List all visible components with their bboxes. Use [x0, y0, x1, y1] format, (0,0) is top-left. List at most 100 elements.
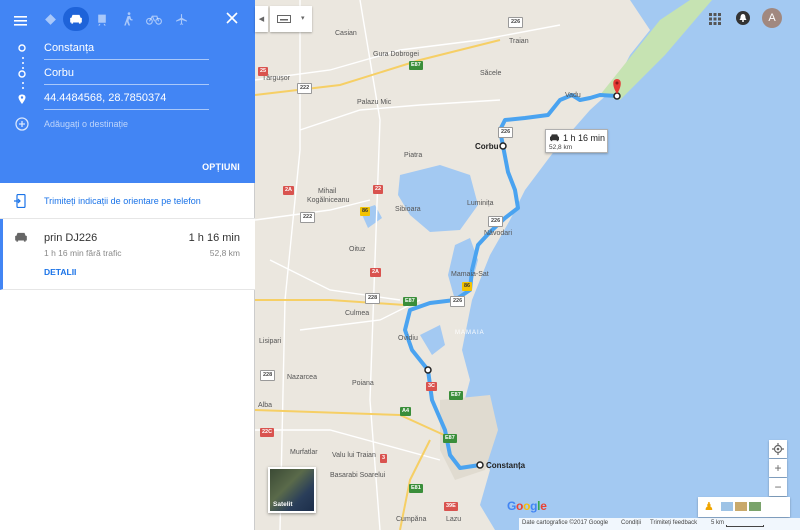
shield-e87-c: E87	[449, 391, 463, 400]
shield-3c: 3C	[426, 382, 438, 391]
walking-icon	[123, 12, 133, 26]
origin-input[interactable]: Constanța	[44, 38, 209, 60]
connector-dot	[22, 67, 24, 69]
label-lazu: Lazu	[446, 516, 462, 523]
shield-222b: 222	[300, 212, 316, 223]
pegman-icon[interactable]: ♟	[704, 500, 714, 513]
waypoint-input[interactable]: Corbu	[44, 63, 209, 85]
car-icon	[550, 134, 559, 142]
label-mihail: Mihail	[318, 188, 337, 195]
zoom-out-button[interactable]: −	[769, 478, 787, 496]
label-soarelui: Basarabi Soarelui	[330, 472, 386, 479]
map-data-credit: Date cartografice ©2017 Google	[522, 520, 609, 526]
label-luminita: Luminița	[467, 200, 494, 207]
label-nazarcea: Nazarcea	[287, 374, 317, 381]
my-location-button[interactable]	[769, 440, 787, 458]
details-link[interactable]: DETALII	[44, 267, 76, 277]
origin-marker[interactable]	[476, 461, 484, 469]
shield-228b: 228	[260, 370, 276, 381]
shield-39e: 39E	[444, 502, 458, 511]
notifications-bell-icon[interactable]	[736, 11, 750, 25]
label-mamaia-sat: Mamaia-Sat	[451, 271, 489, 278]
route-via: prin DJ226	[44, 232, 98, 244]
send-to-phone-label: Trimiteți indicații de orientare pe tele…	[44, 196, 201, 206]
car-icon	[70, 14, 82, 24]
avatar[interactable]: A	[762, 8, 782, 28]
label-piatra: Piatra	[404, 152, 423, 159]
apps-grid-icon[interactable]	[709, 12, 721, 30]
menu-icon[interactable]	[14, 13, 27, 31]
label-targusor: Târgușor	[262, 75, 291, 82]
connector-dot	[22, 57, 24, 59]
map-footer: Date cartografice ©2017 Google Condiții …	[519, 518, 800, 530]
mode-driving[interactable]	[63, 7, 89, 31]
shield-226-corbu: 226	[498, 127, 514, 138]
terms-link[interactable]: Condiții	[621, 520, 641, 526]
label-vadu: Vadu	[565, 92, 581, 99]
mode-walking[interactable]	[115, 7, 141, 31]
mode-flight[interactable]	[168, 7, 194, 31]
shield-e87-b: E87	[409, 61, 423, 70]
zoom-in-button[interactable]: +	[769, 459, 787, 477]
destination-input[interactable]: 44.4484568, 28.7850374	[44, 88, 209, 110]
label-cumpana: Cumpăna	[396, 516, 427, 523]
corbu-marker[interactable]	[499, 142, 507, 150]
layer-thumb-3[interactable]	[749, 502, 761, 511]
shield-86b: 86	[462, 282, 473, 291]
add-destination-icon[interactable]	[15, 117, 29, 131]
directions-header: Constanța Corbu 44.4484568, 28.7850374 A…	[0, 0, 255, 183]
label-corbu: Corbu	[475, 142, 499, 151]
label-poiana: Poiana	[352, 380, 374, 387]
label-alba: Alba	[258, 402, 273, 409]
route-duration: 1 h 16 min	[188, 232, 240, 244]
label-sacele: Săcele	[480, 70, 502, 77]
mode-cycling[interactable]	[141, 7, 167, 31]
route-info-bubble[interactable]: 1 h 16 min 52,8 km	[545, 129, 608, 153]
shield-222: 222	[297, 83, 313, 94]
keyboard-icon	[277, 15, 291, 23]
waypoint-dot-icon	[18, 70, 26, 78]
feedback-link[interactable]: Trimiteți feedback	[650, 520, 697, 526]
add-destination-input[interactable]: Adăugați o destinație	[44, 114, 209, 136]
label-lisipari: Lisipari	[259, 338, 282, 345]
plane-icon	[175, 13, 187, 25]
connector-dot	[22, 62, 24, 64]
send-to-phone-row[interactable]: Trimiteți indicații de orientare pe tele…	[0, 183, 255, 219]
label-traian: Traian	[509, 38, 529, 45]
collapse-panel-button[interactable]: ◀	[255, 6, 268, 32]
mode-transit[interactable]	[89, 7, 115, 31]
origin-dot-icon	[18, 44, 26, 52]
label-gura: Gura Dobrogei	[373, 51, 419, 58]
options-button[interactable]: OPȚIUNI	[202, 162, 240, 172]
connector-dot	[22, 82, 24, 84]
scale-label[interactable]: 5 km	[711, 520, 724, 526]
label-ovidiu: Ovidiu	[398, 335, 418, 342]
label-valu: Valu lui Traian	[332, 452, 376, 459]
imagery-strip[interactable]: ♟	[698, 497, 790, 517]
route-option-card[interactable]: prin DJ226 1 h 16 min 1 h 16 min fără tr…	[0, 219, 255, 290]
maps-app: Casian Gura Dobrogei Traian Săcele Târgu…	[0, 0, 800, 530]
train-icon	[98, 14, 106, 25]
shield-3: 3	[380, 454, 388, 463]
bubble-duration: 1 h 16 min	[563, 133, 606, 143]
car-icon	[15, 232, 27, 242]
label-casian: Casian	[335, 30, 357, 37]
google-logo: Google	[507, 499, 547, 513]
satellite-toggle[interactable]: Satelit	[268, 467, 316, 513]
shield-2a-b: 2A	[370, 268, 382, 277]
shield-226-mamaia: 226	[450, 296, 466, 307]
layer-thumb-2[interactable]	[735, 502, 747, 511]
bubble-distance: 52,8 km	[549, 144, 573, 151]
close-icon[interactable]	[226, 11, 238, 29]
layer-thumb-1[interactable]	[721, 502, 733, 511]
route-no-traffic: 1 h 16 min fără trafic	[44, 248, 122, 258]
ovidiu-marker[interactable]	[424, 366, 432, 374]
label-culmea: Culmea	[345, 310, 370, 317]
label-kogalniceanu: Kogălniceanu	[307, 197, 350, 204]
chevron-down-icon: ▾	[301, 15, 305, 22]
directions-panel: Constanța Corbu 44.4484568, 28.7850374 A…	[0, 0, 255, 530]
satellite-label: Satelit	[273, 501, 293, 508]
mode-best-route[interactable]	[37, 7, 63, 31]
scale-bar	[726, 525, 764, 527]
input-tools-button[interactable]: ▾	[270, 6, 312, 32]
